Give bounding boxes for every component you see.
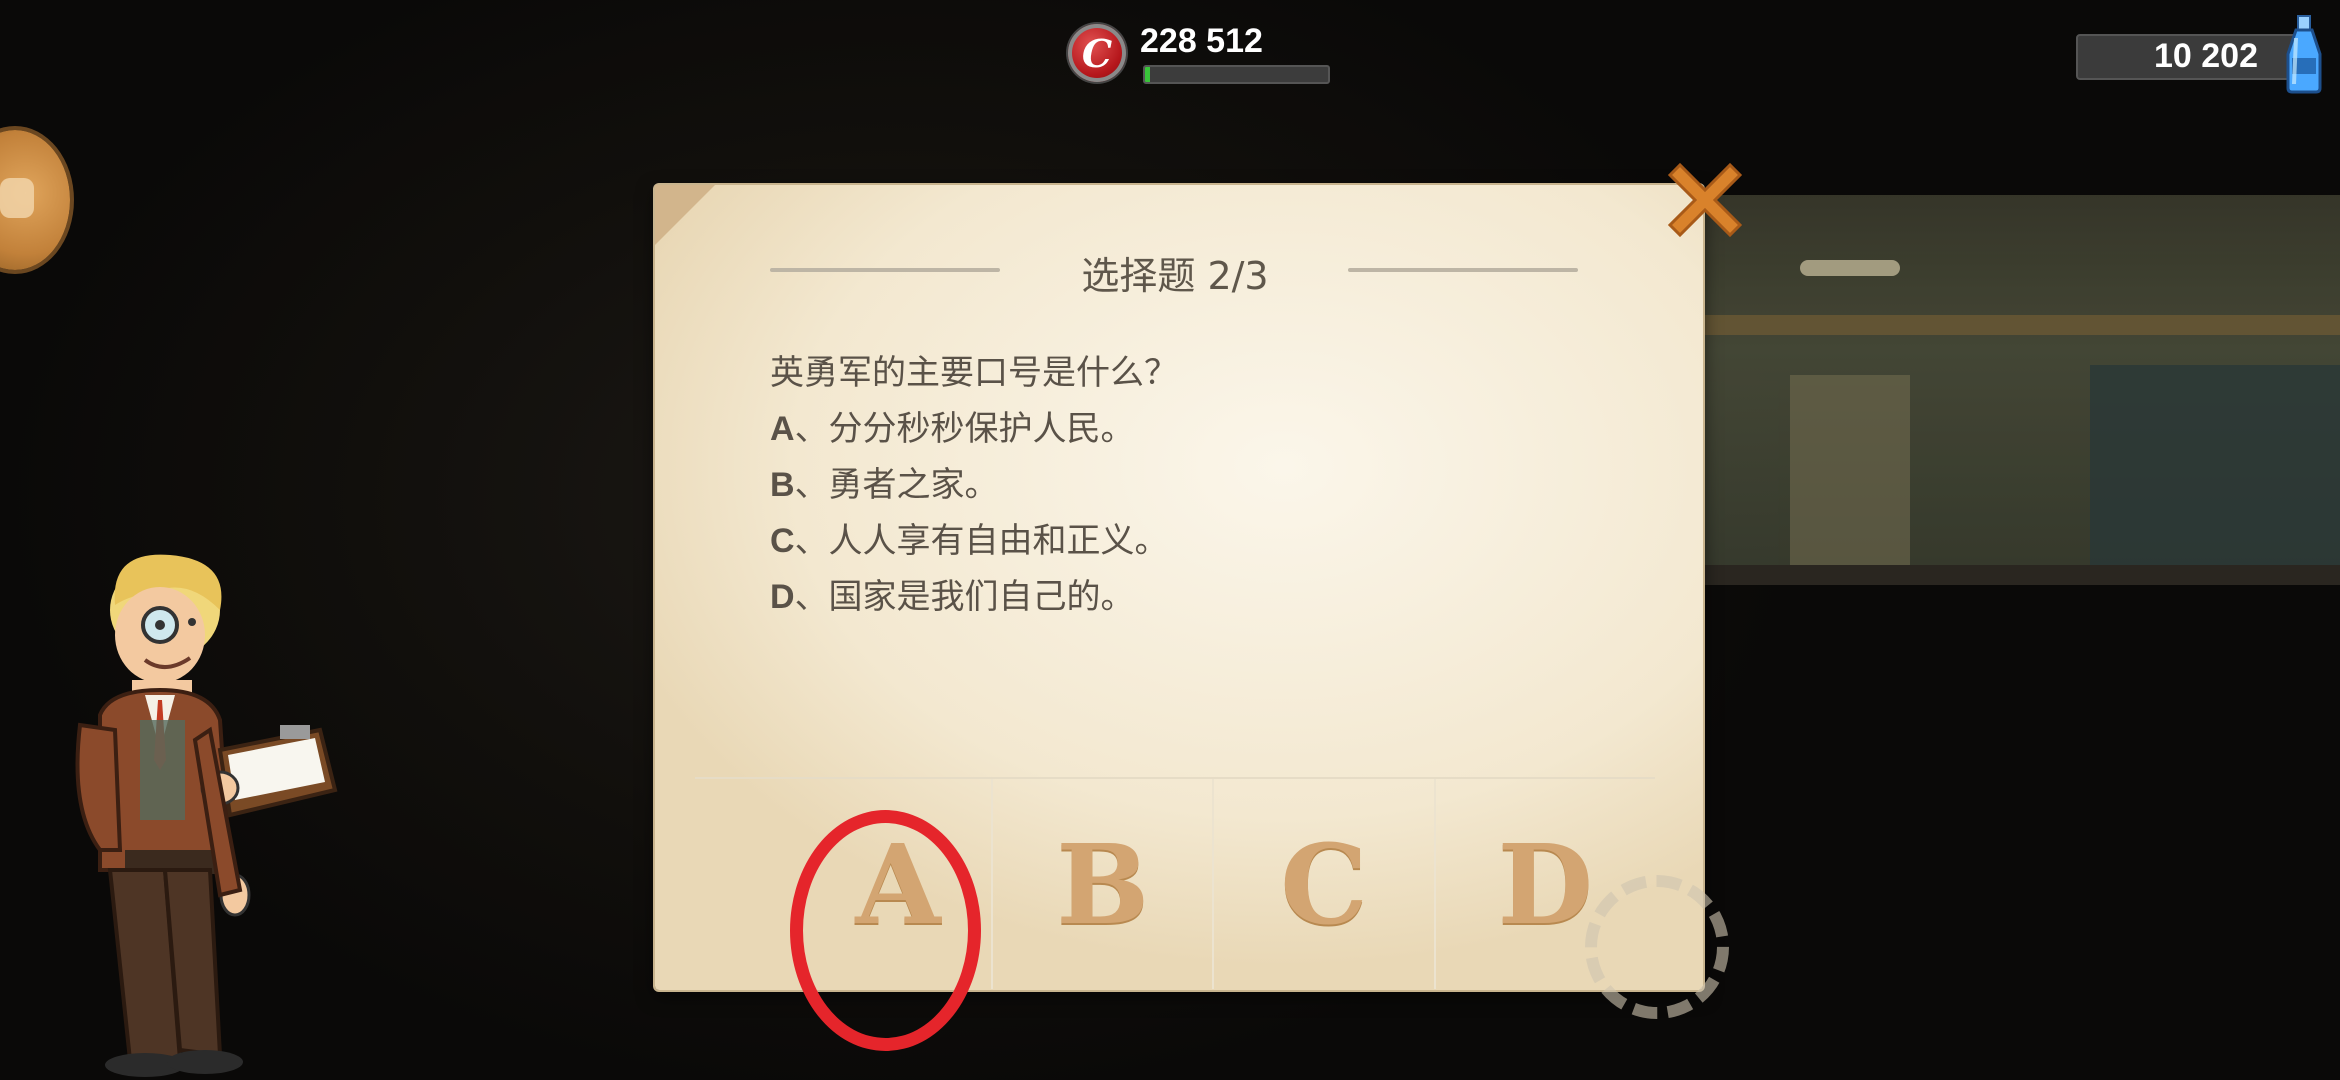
caps-count: 228 512 [1140, 22, 1263, 60]
option-letter: C [770, 522, 795, 560]
option-letter: A [770, 410, 795, 448]
answer-d-label: D [1497, 819, 1594, 949]
close-x-icon[interactable] [1655, 150, 1755, 250]
answer-b-button[interactable]: B [991, 779, 1212, 989]
title-rule-left [770, 268, 1000, 272]
answer-b-label: B [1056, 819, 1150, 949]
gamepad-icon [0, 178, 34, 218]
xp-progress-fill [1145, 67, 1151, 82]
option-letter: D [770, 578, 795, 616]
answer-a-label: A [855, 819, 941, 949]
title-rule-right [1348, 268, 1578, 272]
bottle-cap-icon: C [1068, 24, 1126, 82]
answer-c-button[interactable]: C [1212, 779, 1433, 989]
answer-buttons: A B C D [695, 777, 1655, 989]
nuka-quantum-icon[interactable] [2280, 14, 2328, 94]
option-text: 、人人享有自由和正义。 [794, 521, 1169, 561]
option-letter: B [770, 466, 795, 504]
quiz-dialog: 选择题 2/3 英勇军的主要口号是什么？ A、分分秒秒保护人民。 B、勇者之家。… [655, 185, 1729, 1019]
option-d-line: D、国家是我们自己的。 [770, 569, 1178, 625]
question-text: 英勇军的主要口号是什么？ [770, 353, 1178, 393]
background-vault-room [1700, 195, 2340, 580]
paper-folded-corner [655, 185, 715, 245]
answer-a-button[interactable]: A [695, 779, 991, 989]
dialog-title: 选择题 2/3 [1081, 254, 1269, 298]
vault-boy-character [75, 554, 338, 1077]
option-c-line: C、人人享有自由和正义。 [770, 513, 1178, 569]
option-text: 、国家是我们自己的。 [794, 577, 1135, 617]
xp-progress-bar [1143, 65, 1330, 84]
answer-c-label: C [1280, 819, 1368, 949]
nuka-quantum-counter[interactable]: 10 202 [2076, 34, 2300, 80]
option-a-line: A、分分秒秒保护人民。 [770, 401, 1178, 457]
option-text: 、勇者之家。 [794, 465, 999, 505]
answer-d-button[interactable]: D [1433, 779, 1655, 989]
question-block: 英勇军的主要口号是什么？ A、分分秒秒保护人民。 B、勇者之家。 C、人人享有自… [770, 345, 1178, 625]
option-b-line: B、勇者之家。 [770, 457, 1178, 513]
nuka-quantum-count: 10 202 [2154, 37, 2258, 75]
option-text: 、分分秒秒保护人民。 [794, 409, 1135, 449]
room-floor [1700, 565, 2340, 585]
